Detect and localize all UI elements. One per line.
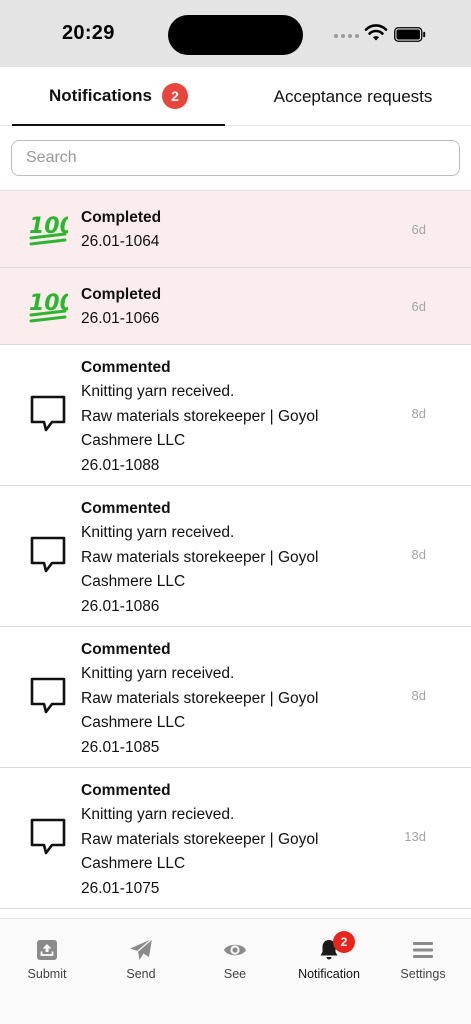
upload-icon [37,940,57,960]
nav-see[interactable]: See [188,919,282,991]
nav-see-label: See [223,967,247,981]
bottom-nav: Submit Send See 2 Notification Settings [0,918,471,1024]
notification-text: Completed 26.01-1066 [81,283,161,332]
signal-dots-icon [334,34,359,38]
notification-item[interactable]: Commented Knitting yarn received. Raw mate… [0,627,471,768]
notification-line: Raw materials storekeeper | Goyol [81,407,319,425]
notification-text: Completed 26.01-1064 [81,206,161,255]
notification-time: 6d [411,222,426,237]
notification-line: 26.01-1086 [81,597,160,615]
bell-icon-wrapper: 2 [317,931,355,962]
wifi-icon [364,24,388,41]
hundred-points-icon: 100 [28,209,75,249]
notification-line: Knitting yarn recieved. [81,806,235,823]
dynamic-island [168,15,303,55]
comment-icon [28,816,68,856]
notification-item[interactable]: 100 Completed 26.01-1064 6d [0,191,471,268]
notification-time: 8d [411,688,426,703]
notification-line: Cashmere LLC [81,855,186,872]
notification-time: 8d [411,547,426,562]
notification-line: 26.01-1085 [81,738,160,756]
tab-acceptance-requests[interactable]: Acceptance requests [235,67,471,126]
nav-submit-label: Submit [27,967,67,981]
notification-list: 100 Completed 26.01-1064 6d 100 Completed 26.0… [0,190,471,969]
nav-settings-label: Settings [400,967,446,981]
notification-title: Commented [81,641,171,658]
nav-submit[interactable]: Submit [0,919,94,991]
nav-settings[interactable]: Settings [376,919,470,991]
nav-notification-badge: 2 [333,931,355,953]
comment-icon [28,675,68,715]
search-input[interactable] [11,140,460,176]
notification-item[interactable]: Commented Knitting yarn received. Raw mate… [0,345,471,486]
notification-line: Knitting yarn received. [81,665,235,682]
nav-send[interactable]: Send [94,919,188,991]
notification-item[interactable]: Commented Knitting yarn received. Raw mate… [0,486,471,627]
notification-time: 13d [404,829,426,844]
nav-notification-label: Notification [298,967,360,981]
notification-text: Commented Knitting yarn received. Raw mate… [81,497,318,619]
menu-icon [413,942,433,958]
notification-line: 26.01-1088 [81,456,160,474]
notification-title: Completed [81,286,162,303]
comment-icon [28,534,68,574]
notification-line: Raw materials storekeeper | Goyol [81,689,319,707]
notification-line: Knitting yarn received. [81,524,235,541]
notification-item[interactable]: Commented Knitting yarn recieved. Raw mate… [0,768,471,909]
notification-title: Completed [81,209,162,226]
notification-item[interactable]: 100 Completed 26.01-1066 6d [0,268,471,345]
notification-line: Raw materials storekeeper | Goyol [81,830,319,848]
notification-text: Commented Knitting yarn received. Raw mate… [81,638,318,760]
notification-title: Commented [81,782,171,799]
paper-plane-icon [130,938,153,960]
notification-text: Commented Knitting yarn received. Raw mate… [81,356,318,478]
status-time: 20:29 [62,22,115,44]
tab-acceptance-label: Acceptance requests [273,86,433,106]
notification-time: 6d [411,299,426,314]
comment-icon [28,393,68,433]
notifications-count-badge: 2 [161,82,188,109]
status-bar: 20:29 [0,0,471,67]
notification-line: Cashmere LLC [81,714,186,731]
tab-notifications[interactable]: Notifications 2 [12,67,225,126]
notification-line: 26.01-1066 [81,310,160,327]
notification-line: Cashmere LLC [81,432,186,449]
nav-send-label: Send [126,967,156,981]
battery-icon [394,27,426,42]
notification-line: Cashmere LLC [81,573,186,590]
notification-title: Commented [81,359,171,376]
tab-notifications-label: Notifications [49,85,152,105]
nav-notification[interactable]: 2 Notification [282,919,376,991]
notification-title: Commented [81,500,171,517]
eye-icon [224,944,246,956]
notification-line: 26.01-1064 [81,233,160,250]
notification-line: Knitting yarn received. [81,383,235,400]
notification-time: 8d [411,406,426,421]
notification-line: Raw materials storekeeper | Goyol [81,548,319,566]
notification-line: 26.01-1075 [81,879,160,897]
tab-bar: Notifications 2 Acceptance requests [0,67,471,126]
hundred-points-icon: 100 [28,286,75,326]
notification-text: Commented Knitting yarn recieved. Raw mate… [81,779,318,901]
